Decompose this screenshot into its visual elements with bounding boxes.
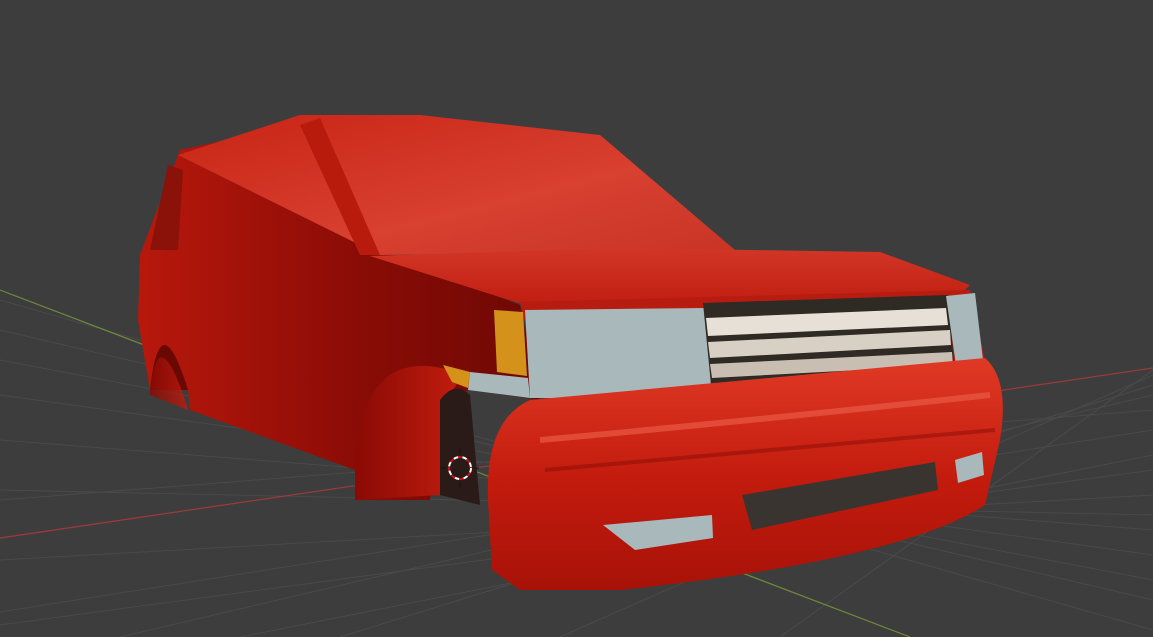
wheel-well (440, 388, 480, 505)
headlight-left (525, 308, 712, 398)
rear-window (150, 165, 183, 250)
indicator-light (494, 310, 527, 376)
scene-render[interactable] (0, 0, 1153, 637)
3d-viewport[interactable] (0, 0, 1153, 637)
